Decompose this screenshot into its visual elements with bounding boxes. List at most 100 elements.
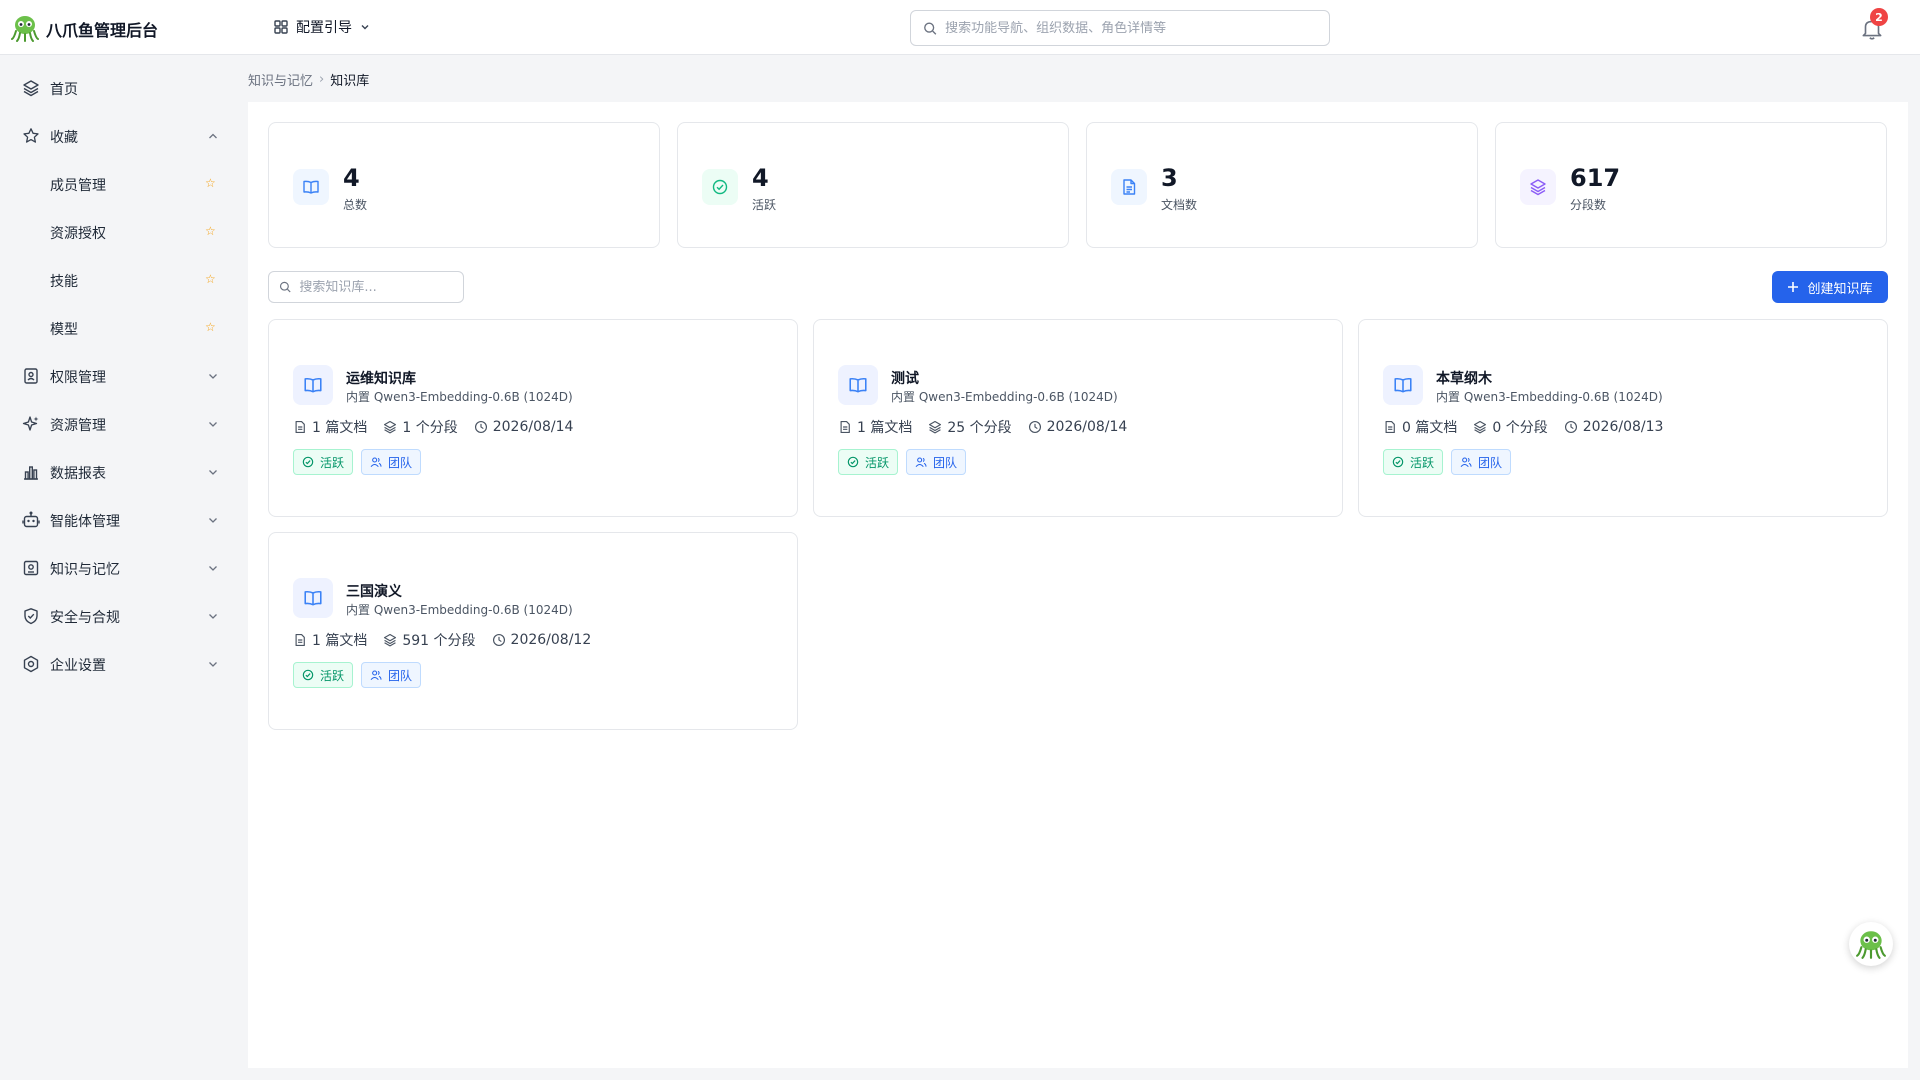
- sidebar-item-skills[interactable]: 技能 ☆: [0, 260, 240, 300]
- card-meta: 1 篇文档 1 个分段 2026/08/14: [293, 417, 573, 437]
- config-guide-menu[interactable]: 配置引导: [274, 17, 370, 37]
- breadcrumb-current: 知识库: [330, 74, 370, 89]
- stat-value: 4: [343, 164, 360, 192]
- sidebar-item-label: 数据报表: [50, 466, 106, 482]
- check-circle-icon: [847, 456, 859, 468]
- check-circle-icon: [302, 456, 314, 468]
- knowledge-base-card[interactable]: 三国演义 内置 Qwen3-Embedding-0.6B (1024D) 1 篇…: [268, 532, 798, 730]
- chevron-down-icon: [209, 422, 217, 427]
- sparkle-icon: [22, 416, 39, 431]
- card-doc-count: 1 篇文档: [312, 420, 368, 436]
- sidebar: 首页 收藏 成员管理 ☆ 资源授权 ☆ 技能 ☆ 模型 ☆ 权限管理 资源管理 …: [0, 56, 240, 1080]
- stat-card-active: 4 活跃: [677, 122, 1069, 248]
- bar-chart-icon: [24, 466, 38, 480]
- badge-icon: [24, 368, 38, 384]
- sidebar-item-label: 安全与合规: [50, 610, 120, 626]
- layers-icon: [1520, 169, 1556, 205]
- document-icon: [295, 633, 305, 647]
- breadcrumb: 知识与记忆 › 知识库: [248, 70, 369, 89]
- knowledge-base-search-input[interactable]: [299, 279, 453, 295]
- card-segment-count: 25 个分段: [947, 420, 1012, 436]
- assistant-button[interactable]: [1849, 922, 1893, 966]
- sidebar-item-permissions[interactable]: 权限管理: [0, 356, 240, 396]
- stat-card-total: 4 总数: [268, 122, 660, 248]
- card-meta: 0 篇文档 0 个分段 2026/08/13: [1383, 417, 1663, 437]
- card-date: 2026/08/12: [510, 632, 592, 648]
- sidebar-item-label: 知识与记忆: [50, 562, 120, 578]
- clock-icon: [492, 633, 505, 647]
- layers-icon: [23, 80, 39, 97]
- knowledge-base-card[interactable]: 测试 内置 Qwen3-Embedding-0.6B (1024D) 1 篇文档…: [813, 319, 1343, 517]
- clock-icon: [1028, 420, 1041, 434]
- global-search-input[interactable]: [945, 20, 1317, 36]
- shield-icon: [24, 608, 38, 625]
- stat-value: 3: [1161, 164, 1178, 192]
- card-meta: 1 篇文档 591 个分段 2026/08/12: [293, 630, 591, 650]
- stat-label: 活跃: [752, 198, 777, 212]
- card-segment-count: 591 个分段: [402, 633, 476, 649]
- scope-badge: 团队: [361, 449, 422, 475]
- config-guide-label: 配置引导: [296, 20, 352, 36]
- document-icon: [1111, 169, 1147, 205]
- card-date: 2026/08/14: [492, 419, 574, 435]
- document-icon: [1385, 420, 1395, 434]
- stat-label: 分段数: [1570, 198, 1607, 212]
- card-title: 测试: [891, 371, 919, 387]
- chevron-up-icon: [209, 133, 217, 139]
- sidebar-item-enterprise[interactable]: 企业设置: [0, 644, 240, 684]
- card-meta: 1 篇文档 25 个分段 2026/08/14: [838, 417, 1127, 437]
- octopus-logo-icon[interactable]: [10, 13, 40, 43]
- top-header: 八爪鱼管理后台 配置引导 2: [0, 0, 1920, 55]
- notification-badge: 2: [1870, 8, 1888, 26]
- scope-badge: 团队: [361, 662, 422, 688]
- octopus-assistant-icon: [1856, 931, 1886, 959]
- chevron-down-icon: [361, 25, 369, 30]
- check-circle-icon: [1392, 456, 1404, 468]
- favorite-star-icon[interactable]: ☆: [205, 320, 216, 334]
- card-subtitle: 内置 Qwen3-Embedding-0.6B (1024D): [346, 603, 573, 617]
- card-doc-count: 1 篇文档: [312, 633, 368, 649]
- knowledge-base-card[interactable]: 运维知识库 内置 Qwen3-Embedding-0.6B (1024D) 1 …: [268, 319, 798, 517]
- check-circle-icon: [302, 669, 314, 681]
- document-icon: [295, 420, 305, 434]
- clock-icon: [1564, 420, 1577, 434]
- sidebar-item-models[interactable]: 模型 ☆: [0, 308, 240, 348]
- layers-icon: [1474, 420, 1487, 434]
- sidebar-item-label: 企业设置: [50, 658, 106, 674]
- star-icon: [23, 128, 39, 143]
- scope-badge: 团队: [906, 449, 967, 475]
- breadcrumb-separator: ›: [319, 72, 325, 87]
- sidebar-item-label: 权限管理: [50, 370, 106, 386]
- create-knowledge-base-button[interactable]: 创建知识库: [1772, 271, 1888, 303]
- clock-icon: [474, 420, 487, 434]
- sidebar-item-security[interactable]: 安全与合规: [0, 596, 240, 636]
- sidebar-item-reports[interactable]: 数据报表: [0, 452, 240, 492]
- sidebar-item-favorites[interactable]: 收藏: [0, 116, 240, 156]
- sidebar-item-home[interactable]: 首页: [0, 68, 240, 108]
- knowledge-base-search[interactable]: [268, 271, 464, 303]
- stat-card-segments: 617 分段数: [1495, 122, 1887, 248]
- card-subtitle: 内置 Qwen3-Embedding-0.6B (1024D): [1436, 390, 1663, 404]
- breadcrumb-parent[interactable]: 知识与记忆: [248, 70, 313, 89]
- sidebar-item-resource-auth[interactable]: 资源授权 ☆: [0, 212, 240, 252]
- sidebar-item-label: 技能: [50, 274, 78, 290]
- sidebar-item-members[interactable]: 成员管理 ☆: [0, 164, 240, 204]
- sidebar-item-knowledge[interactable]: 知识与记忆: [0, 548, 240, 588]
- stat-label: 文档数: [1161, 198, 1198, 212]
- knowledge-base-card[interactable]: 本草纲木 内置 Qwen3-Embedding-0.6B (1024D) 0 篇…: [1358, 319, 1888, 517]
- favorite-star-icon[interactable]: ☆: [205, 272, 216, 286]
- favorite-star-icon[interactable]: ☆: [205, 224, 216, 238]
- global-search[interactable]: [910, 10, 1330, 46]
- sidebar-item-resources[interactable]: 资源管理: [0, 404, 240, 444]
- layers-icon: [929, 420, 942, 434]
- sidebar-item-label: 首页: [50, 82, 78, 98]
- card-date: 2026/08/14: [1046, 419, 1128, 435]
- app-title: 八爪鱼管理后台: [46, 21, 159, 40]
- sidebar-item-agents[interactable]: 智能体管理: [0, 500, 240, 540]
- gear-icon: [23, 655, 39, 673]
- favorite-star-icon[interactable]: ☆: [205, 176, 216, 190]
- main-panel: 4 总数 4 活跃 3 文档数 617 分段数 创建知识库 运维知识库 内置 Q…: [248, 102, 1908, 1068]
- card-doc-count: 0 篇文档: [1402, 420, 1458, 436]
- book-icon: [1383, 365, 1423, 405]
- stat-card-documents: 3 文档数: [1086, 122, 1478, 248]
